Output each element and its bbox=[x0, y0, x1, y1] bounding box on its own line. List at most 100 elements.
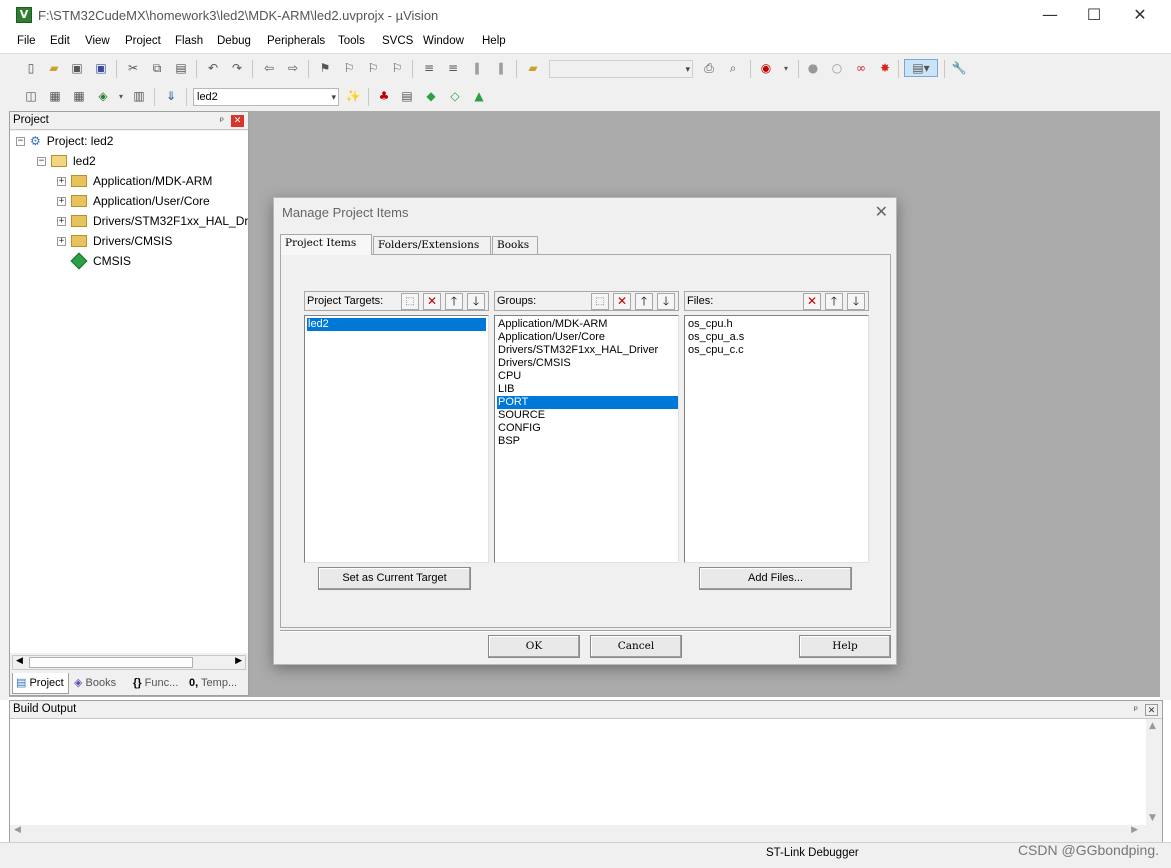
list-item[interactable]: Drivers/CMSIS bbox=[497, 357, 571, 370]
tab-functions[interactable]: {} Func... bbox=[130, 673, 186, 694]
search-combo[interactable]: ▾ bbox=[549, 60, 693, 78]
expand-icon[interactable]: + bbox=[57, 236, 66, 246]
groups-list[interactable]: Application/MDK-ARM Application/User/Cor… bbox=[494, 315, 679, 563]
target-options-icon[interactable]: ✨ bbox=[344, 87, 362, 105]
tab-folders-extensions[interactable]: Folders/Extensions bbox=[373, 236, 491, 254]
delete-target-icon[interactable]: ✕ bbox=[423, 293, 441, 310]
expand-icon[interactable]: + bbox=[57, 176, 66, 186]
build-output-hscrollbar[interactable]: ◀ ▶ bbox=[10, 825, 1162, 837]
tree-item-project-root[interactable]: − ⚙ Project: led2 bbox=[16, 132, 113, 150]
undo-icon[interactable]: ↶ bbox=[204, 59, 222, 77]
save-all-icon[interactable]: ▣ bbox=[92, 59, 110, 77]
unindent-icon[interactable]: ≡ bbox=[444, 59, 462, 77]
menu-help[interactable]: Help bbox=[482, 35, 506, 47]
pin-icon[interactable]: ᵖ bbox=[1134, 702, 1138, 719]
kill-breakpoints-icon[interactable]: ✸ bbox=[876, 59, 894, 77]
next-bookmark-icon[interactable]: ⚐ bbox=[364, 59, 382, 77]
tab-templates[interactable]: 0, Temp... bbox=[186, 673, 248, 694]
tab-project[interactable]: ▤ Project bbox=[12, 673, 69, 694]
list-item[interactable]: CONFIG bbox=[497, 422, 541, 435]
maximize-button[interactable]: ☐ bbox=[1071, 4, 1117, 28]
tree-item-group[interactable]: + Application/MDK-ARM bbox=[57, 172, 212, 190]
open-file-icon[interactable]: ▰ bbox=[45, 59, 63, 77]
tab-books[interactable]: Books bbox=[492, 236, 538, 254]
stop-build-icon[interactable]: ▥ bbox=[130, 87, 148, 105]
pin-icon[interactable]: ᵖ bbox=[220, 113, 224, 130]
build-icon[interactable]: ▦ bbox=[46, 87, 64, 105]
nav-forward-icon[interactable]: ⇨ bbox=[284, 59, 302, 77]
menu-view[interactable]: View bbox=[85, 35, 110, 47]
list-item[interactable]: LIB bbox=[497, 383, 515, 396]
tree-item-group[interactable]: + Drivers/STM32F1xx_HAL_Driver bbox=[57, 212, 248, 230]
set-current-target-button[interactable]: Set as Current Target bbox=[318, 567, 471, 590]
move-up-icon[interactable]: 🡑 bbox=[825, 293, 843, 310]
incremental-find-icon[interactable]: ⌕ bbox=[724, 59, 742, 77]
tab-books[interactable]: ◈ Books bbox=[71, 673, 127, 694]
move-up-icon[interactable]: 🡑 bbox=[445, 293, 463, 310]
expand-icon[interactable]: + bbox=[57, 196, 66, 206]
select-software-packs-icon[interactable]: ◇ bbox=[446, 87, 464, 105]
menu-flash[interactable]: Flash bbox=[175, 35, 203, 47]
scroll-right-icon[interactable]: ▶ bbox=[235, 656, 242, 666]
batch-build-icon[interactable]: ◈ bbox=[94, 87, 112, 105]
build-output-text[interactable] bbox=[10, 719, 1146, 825]
scroll-up-icon[interactable]: ▲ bbox=[1149, 721, 1156, 731]
list-item[interactable]: SOURCE bbox=[497, 409, 545, 422]
clear-bookmarks-icon[interactable]: ⚐ bbox=[388, 59, 406, 77]
prev-bookmark-icon[interactable]: ⚐ bbox=[340, 59, 358, 77]
list-item-selected[interactable]: PORT bbox=[497, 396, 678, 409]
tree-item-group[interactable]: + Application/User/Core bbox=[57, 192, 210, 210]
targets-list[interactable]: led2 bbox=[304, 315, 489, 563]
menu-project[interactable]: Project bbox=[125, 35, 161, 47]
scroll-down-icon[interactable]: ▼ bbox=[1149, 813, 1156, 823]
expand-icon[interactable]: + bbox=[57, 216, 66, 226]
list-item[interactable]: os_cpu_c.c bbox=[687, 344, 744, 357]
batch-dropdown-icon[interactable]: ▾ bbox=[112, 87, 130, 105]
bookmark-icon[interactable]: ⚑ bbox=[316, 59, 334, 77]
close-window-button[interactable]: ✕ bbox=[1117, 4, 1163, 28]
menu-file[interactable]: File bbox=[17, 35, 36, 47]
manage-multi-project-icon[interactable]: ▤ bbox=[398, 87, 416, 105]
menu-peripherals[interactable]: Peripherals bbox=[267, 35, 325, 47]
tree-item-group[interactable]: + Drivers/CMSIS bbox=[57, 232, 172, 250]
tree-item-target-led2[interactable]: − led2 bbox=[37, 152, 96, 170]
list-item[interactable]: CPU bbox=[497, 370, 521, 383]
indent-icon[interactable]: ≡ bbox=[420, 59, 438, 77]
list-item[interactable]: Application/MDK-ARM bbox=[497, 318, 607, 331]
uncomment-icon[interactable]: ∥ bbox=[492, 59, 510, 77]
list-item[interactable]: os_cpu.h bbox=[687, 318, 733, 331]
close-icon[interactable]: ✕ bbox=[1145, 704, 1158, 716]
move-up-icon[interactable]: 🡑 bbox=[635, 293, 653, 310]
enable-breakpoint-icon[interactable]: ○ bbox=[828, 59, 846, 77]
debug-dropdown-icon[interactable]: ▾ bbox=[777, 59, 795, 77]
add-files-button[interactable]: Add Files... bbox=[699, 567, 852, 590]
list-item[interactable]: Application/User/Core bbox=[497, 331, 605, 344]
delete-file-icon[interactable]: ✕ bbox=[803, 293, 821, 310]
close-icon[interactable]: ✕ bbox=[231, 115, 244, 127]
delete-group-icon[interactable]: ✕ bbox=[613, 293, 631, 310]
nav-back-icon[interactable]: ⇦ bbox=[260, 59, 278, 77]
ok-button[interactable]: OK bbox=[488, 635, 580, 658]
manage-components-icon[interactable]: ♣ bbox=[375, 87, 393, 105]
redo-icon[interactable]: ↷ bbox=[228, 59, 246, 77]
tree-item-cmsis[interactable]: CMSIS bbox=[70, 252, 131, 270]
menu-tools[interactable]: Tools bbox=[338, 35, 365, 47]
list-item[interactable]: led2 bbox=[307, 318, 486, 331]
move-down-icon[interactable]: 🡓 bbox=[467, 293, 485, 310]
new-group-icon[interactable]: ⬚ bbox=[591, 293, 609, 310]
menu-window[interactable]: Window bbox=[423, 35, 464, 47]
collapse-icon[interactable]: − bbox=[16, 136, 25, 146]
build-output-vscrollbar[interactable]: ▲ ▼ bbox=[1146, 719, 1162, 825]
cut-icon[interactable]: ✂ bbox=[124, 59, 142, 77]
move-down-icon[interactable]: 🡓 bbox=[847, 293, 865, 310]
minimize-button[interactable]: — bbox=[1027, 4, 1073, 28]
cancel-button[interactable]: Cancel bbox=[590, 635, 682, 658]
files-list[interactable]: os_cpu.h os_cpu_a.s os_cpu_c.c bbox=[684, 315, 869, 563]
find-icon[interactable]: ⎙ bbox=[700, 59, 718, 77]
list-item[interactable]: os_cpu_a.s bbox=[687, 331, 744, 344]
menu-debug[interactable]: Debug bbox=[217, 35, 251, 47]
scroll-left-icon[interactable]: ◀ bbox=[14, 825, 21, 835]
breakpoint-icon[interactable]: ● bbox=[804, 59, 822, 77]
rebuild-icon[interactable]: ▦ bbox=[70, 87, 88, 105]
new-target-icon[interactable]: ⬚ bbox=[401, 293, 419, 310]
